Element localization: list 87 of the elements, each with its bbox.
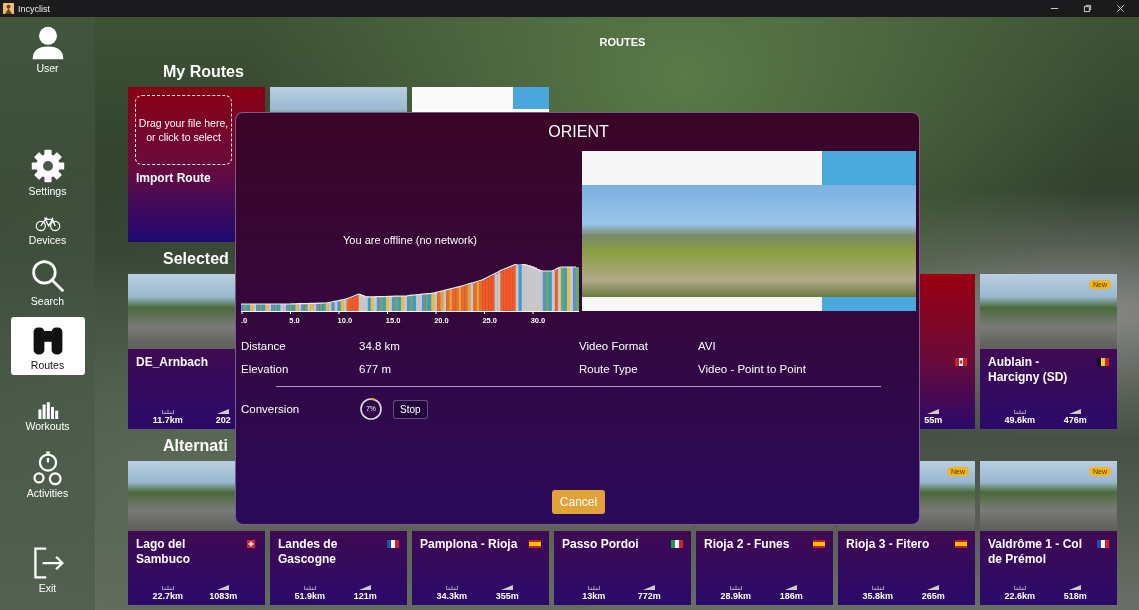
page-title: ROUTES (598, 35, 647, 50)
elevation-value: 1083m (209, 591, 238, 602)
bicycle-icon (34, 215, 61, 233)
stop-button[interactable]: Stop (393, 399, 428, 419)
sidebar-item[interactable]: Devices (10, 213, 85, 248)
elevation-icon (359, 585, 372, 590)
distance-icon (1013, 585, 1026, 590)
card-title: Landes de Gascogne (278, 537, 339, 567)
window-title: Incyclist (18, 3, 50, 14)
sidebar-item[interactable]: Exit (10, 543, 85, 596)
elevation-icon (927, 585, 940, 590)
distance-icon (161, 409, 174, 414)
sidebar-item[interactable]: Search (10, 256, 85, 309)
elevation-icon (501, 585, 514, 590)
distance-value: 11.7km (152, 415, 183, 426)
distance-icon (1013, 409, 1026, 414)
distance-value: 28.9km (720, 591, 751, 602)
distance-icon (161, 585, 174, 590)
card-title: DE_Arnbach (136, 355, 209, 370)
route-card[interactable]: Lago del Sambuco 22.7km 1083m (128, 461, 265, 605)
distance-icon (871, 585, 884, 590)
search-icon (29, 258, 66, 294)
elevation-value: 518m (1063, 591, 1087, 602)
elevation-icon (643, 585, 656, 590)
detail-value: 34.8 km (359, 339, 401, 354)
drop-zone[interactable]: Drag your file here, or click to select (135, 95, 232, 165)
distance-icon (729, 585, 742, 590)
elevation-icon (217, 585, 230, 590)
elevation-value: 772m (637, 591, 661, 602)
elevation-icon (927, 409, 940, 414)
close-icon[interactable] (1116, 4, 1125, 13)
distance-value: 51.9km (294, 591, 325, 602)
settings-icon (29, 148, 66, 184)
elevation-value: 55m (924, 415, 943, 426)
card-title: Aublain - Harcigny (SD) (988, 355, 1069, 385)
card-title: Import Route (136, 171, 212, 186)
section-heading: Alternati (163, 436, 229, 456)
sidebar-item[interactable]: Workouts (10, 399, 85, 434)
flag-icon (245, 540, 257, 548)
flag-icon (387, 540, 399, 548)
card-title: Valdrôme 1 - Col de Prémol (988, 537, 1084, 567)
app-logo-icon (3, 3, 14, 14)
dialog-title: ORIENT (548, 122, 609, 142)
elevation-value: 265m (921, 591, 945, 602)
flag-icon (1097, 540, 1109, 548)
detail-label: Route Type (579, 362, 639, 377)
elevation-icon (1069, 409, 1082, 414)
detail-value: 677 m (359, 362, 392, 377)
detail-value: AVI (698, 339, 717, 354)
distance-value: 34.3km (436, 591, 467, 602)
distance-value: 13km (582, 591, 606, 602)
detail-value: Video - Point to Point (698, 362, 807, 377)
elevation-icon (785, 585, 798, 590)
distance-value: 22.6km (1004, 591, 1035, 602)
elevation-icon (217, 409, 230, 414)
distance-value: 35.8km (862, 591, 893, 602)
distance-icon (587, 585, 600, 590)
card-title: Rioja 2 - Funes (704, 537, 790, 552)
sidebar-item[interactable]: Routes (10, 317, 85, 375)
flag-icon (1097, 358, 1109, 366)
detail-label: Video Format (579, 339, 649, 354)
card-title: Rioja 3 - Fitero (846, 537, 930, 552)
flag-icon (955, 540, 967, 548)
offline-message: You are offline (no network) (342, 233, 478, 248)
elevation-value: 121m (353, 591, 377, 602)
card-title: Passo Pordoi (562, 537, 639, 552)
flag-icon (529, 540, 541, 548)
sidebar-item[interactable]: Activities (10, 448, 85, 501)
elevation-value: 202 (215, 415, 231, 426)
flag-icon (955, 358, 967, 366)
distance-icon (303, 585, 316, 590)
sidebar-item[interactable]: Settings (10, 146, 85, 199)
elevation-value: 476m (1063, 415, 1087, 426)
elevation-value: 355m (495, 591, 519, 602)
restore-icon[interactable] (1083, 4, 1092, 13)
elevation-value: 186m (779, 591, 803, 602)
flag-icon (813, 540, 825, 548)
distance-value: 49.6km (1004, 415, 1035, 426)
flag-icon (671, 540, 683, 548)
distance-icon (445, 585, 458, 590)
distance-value: 22.7km (152, 591, 183, 602)
card-title: Pamplona - Rioja (420, 537, 518, 552)
section-heading: Selected (163, 249, 230, 269)
sidebar-item[interactable]: User (10, 23, 85, 76)
elevation-icon (1069, 585, 1082, 590)
card-title: Lago del Sambuco (136, 537, 191, 567)
section-heading: My Routes (163, 62, 245, 82)
